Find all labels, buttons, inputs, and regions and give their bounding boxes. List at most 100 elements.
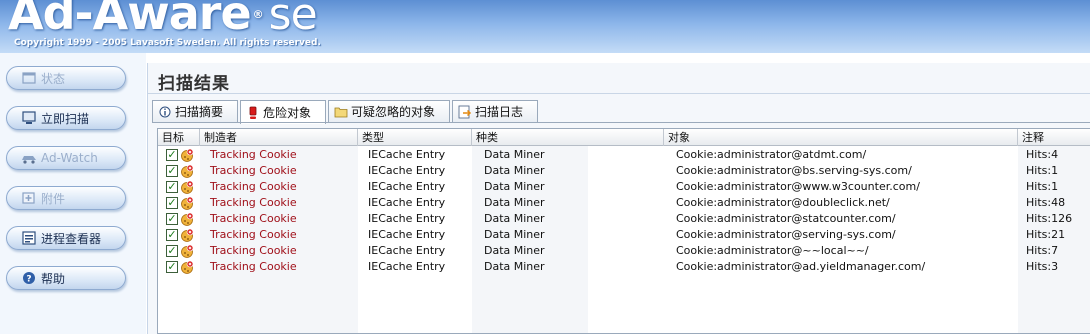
cell-category: Data Miner (484, 148, 545, 161)
row-checkbox[interactable]: ✓ (166, 229, 178, 241)
cell-category: Data Miner (484, 260, 545, 273)
cell-object: Cookie:administrator@serving-sys.com/ (676, 228, 896, 241)
cookie-threat-icon (181, 148, 194, 162)
info-icon (158, 105, 172, 119)
col-header-category[interactable]: 种类 (472, 129, 664, 146)
nav-help-button[interactable]: ? 帮助 (6, 266, 126, 290)
process-viewer-icon (21, 231, 37, 245)
nav-status-button[interactable]: 状态 (6, 66, 126, 90)
results-table[interactable]: 目标 制造者 类型 种类 对象 注释 ✓ Tracking Cookie IECac… (157, 128, 1090, 334)
cookie-threat-icon (181, 244, 194, 258)
status-window-icon (21, 71, 37, 85)
cell-type: IECache Entry (368, 212, 446, 225)
cell-object: Cookie:administrator@statcounter.com/ (676, 212, 896, 225)
cell-type: IECache Entry (368, 228, 446, 241)
cookie-threat-icon (181, 260, 194, 274)
table-row[interactable]: ✓ Tracking Cookie IECache Entry Data Miner C… (158, 147, 1090, 163)
cell-comment: Hits:1 (1026, 180, 1059, 193)
col-header-type[interactable]: 类型 (358, 129, 472, 146)
red-alert-icon (246, 106, 260, 120)
logo-edition: se (268, 0, 318, 40)
cell-object: Cookie:administrator@doubleclick.net/ (676, 196, 890, 209)
nav-process-viewer-button[interactable]: 进程查看器 (6, 226, 126, 250)
log-arrow-icon (458, 105, 472, 119)
table-row[interactable]: ✓ Tracking Cookie IECache Entry Data Miner C… (158, 259, 1090, 275)
cell-type: IECache Entry (368, 260, 446, 273)
table-header: 目标 制造者 类型 种类 对象 注释 (158, 129, 1090, 146)
nav-scan-now-button[interactable]: 立即扫描 (6, 106, 126, 130)
col-header-target[interactable]: 目标 (158, 129, 200, 146)
cell-comment: Hits:4 (1026, 148, 1059, 161)
cell-maker: Tracking Cookie (210, 148, 297, 161)
cell-type: IECache Entry (368, 164, 446, 177)
cell-category: Data Miner (484, 244, 545, 257)
scan-results-panel: 扫描结果 扫描摘要 危险对象 可疑忽略的对象 扫描日志 目标 制造者 类型 种类… (147, 63, 1090, 334)
cell-object: Cookie:administrator@ad.yieldmanager.com… (676, 260, 926, 273)
cookie-threat-icon (181, 228, 194, 242)
nav-help-label: 帮助 (41, 271, 66, 286)
row-checkbox[interactable]: ✓ (166, 213, 178, 225)
tab-strip-line (152, 122, 1090, 123)
cell-category: Data Miner (484, 196, 545, 209)
col-header-object[interactable]: 对象 (664, 129, 1018, 146)
cell-category: Data Miner (484, 212, 545, 225)
nav-ad-watch-label: Ad-Watch (41, 151, 98, 165)
table-row[interactable]: ✓ Tracking Cookie IECache Entry Data Miner C… (158, 243, 1090, 259)
col-header-comment[interactable]: 注释 (1018, 129, 1090, 146)
page-title: 扫描结果 (158, 74, 230, 94)
cell-comment: Hits:3 (1026, 260, 1059, 273)
col-header-maker[interactable]: 制造者 (200, 129, 358, 146)
cell-type: IECache Entry (368, 180, 446, 193)
table-row[interactable]: ✓ Tracking Cookie IECache Entry Data Miner C… (158, 195, 1090, 211)
nav-status-label: 状态 (41, 71, 66, 86)
cell-maker: Tracking Cookie (210, 164, 297, 177)
cookie-threat-icon (181, 212, 194, 226)
folder-icon (334, 105, 348, 119)
table-row[interactable]: ✓ Tracking Cookie IECache Entry Data Miner C… (158, 211, 1090, 227)
nav-ad-watch-button[interactable]: Ad-Watch (6, 146, 126, 170)
cell-maker: Tracking Cookie (210, 244, 297, 257)
cell-comment: Hits:1 (1026, 164, 1059, 177)
cookie-threat-icon (181, 164, 194, 178)
cell-maker: Tracking Cookie (210, 260, 297, 273)
nav-plugins-button[interactable]: 附件 (6, 186, 126, 210)
row-checkbox[interactable]: ✓ (166, 261, 178, 273)
tab-scan-log[interactable]: 扫描日志 (452, 100, 539, 122)
cell-comment: Hits:7 (1026, 244, 1059, 257)
cell-maker: Tracking Cookie (210, 196, 297, 209)
row-checkbox[interactable]: ✓ (166, 181, 178, 193)
cell-object: Cookie:administrator@atdmt.com/ (676, 148, 867, 161)
cell-type: IECache Entry (368, 148, 446, 161)
table-row[interactable]: ✓ Tracking Cookie IECache Entry Data Miner C… (158, 163, 1090, 179)
tab-critical-objects[interactable]: 危险对象 (240, 100, 327, 124)
cell-category: Data Miner (484, 180, 545, 193)
cell-maker: Tracking Cookie (210, 228, 297, 241)
tab-critical-objects-label: 危险对象 (263, 106, 312, 120)
nav-plugins-label: 附件 (41, 191, 66, 206)
cell-type: IECache Entry (368, 196, 446, 209)
row-checkbox[interactable]: ✓ (166, 197, 178, 209)
row-checkbox[interactable]: ✓ (166, 245, 178, 257)
cell-maker: Tracking Cookie (210, 212, 297, 225)
tab-ignored-objects[interactable]: 可疑忽略的对象 (328, 100, 451, 122)
app-logo: Ad-Aware ® se (8, 0, 318, 40)
results-tabs: 扫描摘要 危险对象 可疑忽略的对象 扫描日志 (152, 100, 540, 124)
cell-object: Cookie:administrator@bs.serving-sys.com/ (676, 164, 912, 177)
cell-category: Data Miner (484, 164, 545, 177)
tab-scan-summary[interactable]: 扫描摘要 (152, 100, 239, 122)
logo-text: Ad-Aware (8, 0, 252, 40)
cell-category: Data Miner (484, 228, 545, 241)
row-checkbox[interactable]: ✓ (166, 149, 178, 161)
cell-comment: Hits:21 (1026, 228, 1066, 241)
header-banner: Ad-Aware ® se Copyright 1999 - 2005 Lavaso… (0, 0, 1090, 53)
tab-scan-summary-label: 扫描摘要 (175, 105, 224, 119)
nav-scan-now-label: 立即扫描 (41, 111, 90, 126)
title-divider (148, 93, 1090, 94)
svg-text:?: ? (26, 275, 31, 285)
table-row[interactable]: ✓ Tracking Cookie IECache Entry Data Miner C… (158, 227, 1090, 243)
table-row[interactable]: ✓ Tracking Cookie IECache Entry Data Miner C… (158, 179, 1090, 195)
cell-object: Cookie:administrator@~~local~~/ (676, 244, 869, 257)
help-question-icon: ? (21, 271, 37, 285)
row-checkbox[interactable]: ✓ (166, 165, 178, 177)
cookie-threat-icon (181, 196, 194, 210)
